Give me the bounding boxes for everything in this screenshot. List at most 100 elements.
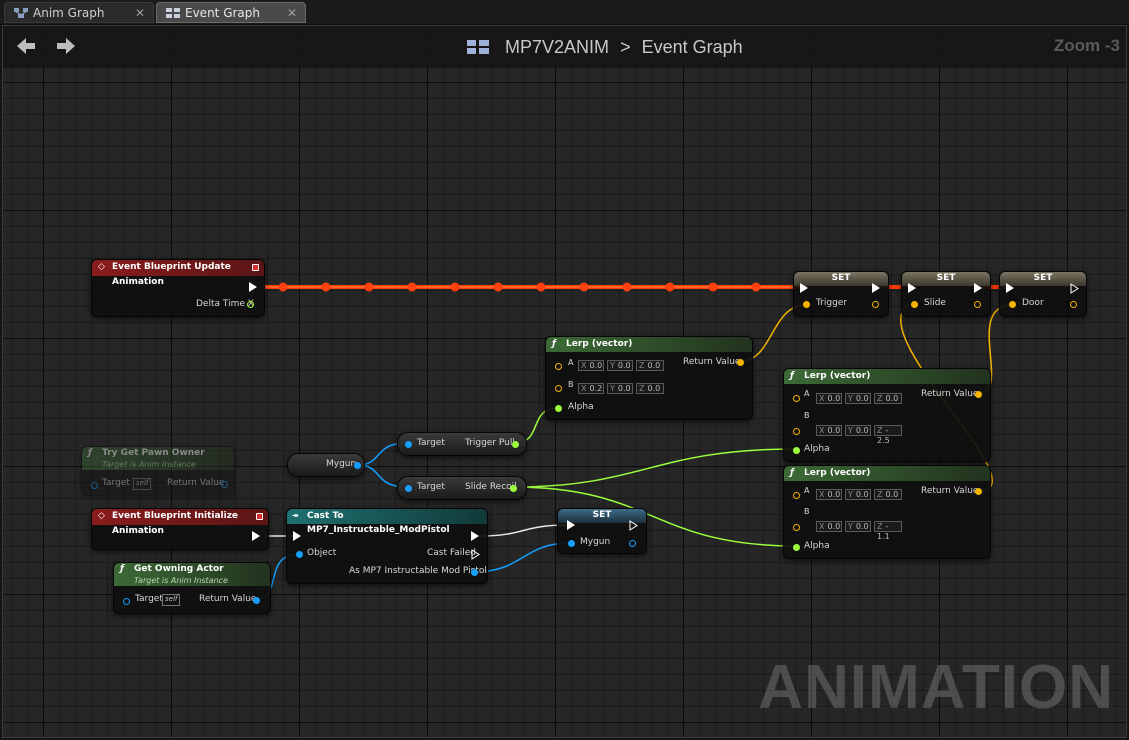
set-slide-node[interactable]: SET Slide	[901, 271, 991, 317]
exec-out-pin[interactable]	[471, 531, 479, 541]
self-field[interactable]: self	[133, 478, 152, 490]
y-value-field[interactable]: Y 0.0	[845, 521, 871, 532]
object-out-pin[interactable]	[629, 540, 636, 547]
z-value-field[interactable]: Z 0.0	[874, 489, 902, 500]
exec-out-outline-icon[interactable]	[629, 520, 638, 531]
vector-in-pin[interactable]	[793, 395, 800, 402]
x-value-field[interactable]: X 0.0	[578, 360, 604, 371]
object-out-pin[interactable]	[221, 481, 228, 488]
lerp-vector-node[interactable]: ƒ Lerp (vector) A X 0.0 Y 0.0 Z 0.0 Return …	[545, 336, 753, 420]
x-value-field[interactable]: X 0.0	[816, 521, 842, 532]
object-wire	[473, 542, 571, 573]
exec-in-pin[interactable]	[800, 283, 808, 293]
exec-in-pin[interactable]	[908, 283, 916, 293]
self-field[interactable]: self	[162, 594, 181, 606]
vector-in-pin[interactable]	[803, 301, 810, 308]
delegate-pin[interactable]	[252, 264, 259, 271]
y-value-field[interactable]: Y 0.0	[607, 383, 633, 394]
float-in-pin[interactable]	[793, 544, 800, 551]
vector-in-pin[interactable]	[793, 524, 800, 531]
y-value-field[interactable]: Y 0.0	[845, 489, 871, 500]
node-title: Event Blueprint Initialize Animation	[112, 511, 239, 536]
vector-in-pin[interactable]	[1009, 301, 1016, 308]
x-value-field[interactable]: X 0.2	[578, 383, 604, 394]
vector-in-pin[interactable]	[555, 385, 562, 392]
z-value-field[interactable]: Z 0.0	[636, 383, 664, 394]
vector-out-pin[interactable]	[872, 301, 879, 308]
exec-in-pin[interactable]	[567, 520, 575, 530]
y-value-field[interactable]: Y 0.0	[845, 393, 871, 404]
close-icon[interactable]: ✕	[287, 3, 297, 23]
close-icon[interactable]: ✕	[135, 3, 145, 23]
object-in-pin[interactable]	[123, 598, 130, 605]
node-title: Try Get Pawn Owner	[102, 448, 205, 458]
node-title: SET	[831, 273, 851, 283]
lerp-vector-node[interactable]: ƒ Lerp (vector) A X 0.0 Y 0.0 Z 0.0 Return …	[783, 465, 991, 559]
object-in-pin[interactable]	[91, 482, 98, 489]
object-in-pin[interactable]	[296, 551, 303, 558]
z-value-field[interactable]: Z -1.1	[874, 521, 902, 541]
vector-out-pin[interactable]	[737, 359, 744, 366]
event-initialize-animation-node[interactable]: ◇ Event Blueprint Initialize Animation	[91, 508, 269, 550]
set-mygun-node[interactable]: SET Mygun	[557, 508, 647, 554]
object-in-pin[interactable]	[568, 540, 575, 547]
set-trigger-node[interactable]: SET Trigger	[793, 271, 889, 317]
cast-to-node[interactable]: ↠ Cast To MP7_Instructable_ModPistol Obj…	[286, 508, 488, 584]
vector-in-pin[interactable]	[555, 363, 562, 370]
pin-label: Alpha	[804, 541, 830, 551]
vector-in-pin[interactable]	[793, 428, 800, 435]
x-value-field[interactable]: X 0.0	[816, 489, 842, 500]
object-out-pin[interactable]	[471, 569, 478, 576]
vector-in-pin[interactable]	[793, 492, 800, 499]
object-in-pin[interactable]	[405, 441, 412, 448]
vector-out-pin[interactable]	[975, 488, 982, 495]
exec-out-outline-icon[interactable]	[471, 549, 480, 560]
exec-out-pin[interactable]	[249, 282, 257, 292]
x-value: 0.0	[827, 426, 841, 435]
get-owning-actor-node[interactable]: ƒ Get Owning Actor Target is Anim Instan…	[113, 562, 271, 614]
float-in-pin[interactable]	[793, 447, 800, 454]
set-door-node[interactable]: SET Door	[999, 271, 1087, 317]
variable-label: Mygun	[326, 459, 357, 469]
function-icon: ƒ	[552, 339, 556, 349]
float-out-pin[interactable]	[247, 301, 254, 308]
lerp-vector-node[interactable]: ƒ Lerp (vector) A X 0.0 Y 0.0 Z 0.0 Return …	[783, 368, 991, 462]
y-value-field[interactable]: Y 0.0	[845, 425, 871, 436]
z-value-field[interactable]: Z 0.0	[636, 360, 664, 371]
delegate-pin[interactable]	[256, 513, 263, 520]
exec-out-pin[interactable]	[252, 531, 260, 541]
x-value-field[interactable]: X 0.0	[816, 393, 842, 404]
exec-in-pin[interactable]	[1006, 283, 1014, 293]
x-value-field[interactable]: X 0.0	[816, 425, 842, 436]
z-value-field[interactable]: Z -2.5	[874, 425, 902, 445]
mygun-variable-node[interactable]: Mygun	[287, 453, 365, 477]
float-in-pin[interactable]	[555, 405, 562, 412]
object-in-pin[interactable]	[405, 485, 412, 492]
tab-anim-graph[interactable]: Anim Graph ✕	[4, 2, 154, 23]
exec-out-pin[interactable]	[872, 283, 880, 293]
vector-out-pin[interactable]	[975, 391, 982, 398]
vector-out-pin[interactable]	[974, 301, 981, 308]
float-out-pin[interactable]	[510, 485, 517, 492]
y-value-field[interactable]: Y 0.0	[607, 360, 633, 371]
vector-out-pin[interactable]	[1070, 301, 1077, 308]
slide-recoil-getter-node[interactable]: Target Slide Recoil	[397, 476, 527, 500]
object-out-pin[interactable]	[253, 597, 260, 604]
z-value-field[interactable]: Z 0.0	[874, 393, 902, 404]
exec-out-pin[interactable]	[974, 283, 982, 293]
exec-in-pin[interactable]	[293, 531, 301, 541]
x-value: 0.0	[827, 522, 841, 531]
pin-label: A	[804, 389, 810, 398]
vector-in-pin[interactable]	[911, 301, 918, 308]
float-out-pin[interactable]	[512, 441, 519, 448]
y-value: 0.0	[855, 490, 869, 499]
function-icon: ƒ	[790, 468, 794, 478]
object-out-pin[interactable]	[354, 462, 361, 469]
graph-canvas[interactable]: MP7V2ANIM > Event Graph Zoom -3 ◇ Event …	[2, 25, 1127, 738]
event-update-animation-node[interactable]: ◇ Event Blueprint Update Animation Delta…	[91, 259, 265, 317]
try-get-pawn-owner-node[interactable]: ƒ Try Get Pawn Owner Target is Anim Inst…	[81, 446, 235, 496]
node-title: Event Blueprint Update Animation	[112, 262, 231, 287]
tab-event-graph[interactable]: Event Graph ✕	[156, 2, 306, 23]
trigger-pull-getter-node[interactable]: Target Trigger Pull	[397, 432, 527, 456]
z-axis-label: Z	[877, 394, 883, 403]
